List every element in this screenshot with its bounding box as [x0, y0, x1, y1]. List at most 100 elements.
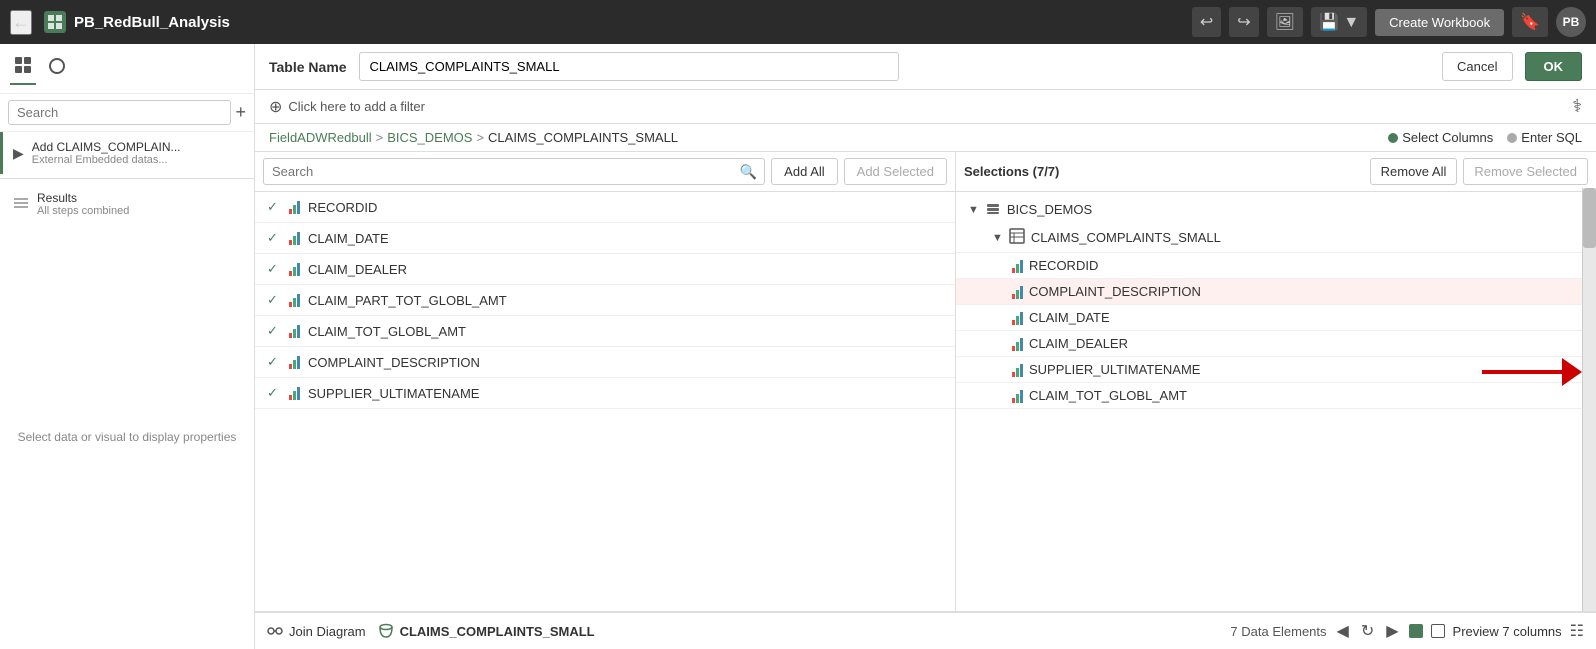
bookmark-button[interactable]: 🔖	[1512, 7, 1548, 37]
cancel-button[interactable]: Cancel	[1442, 52, 1512, 81]
breadcrumb-row: FieldADWRedbull > BICS_DEMOS > CLAIMS_CO…	[255, 124, 1596, 152]
add-selected-button[interactable]: Add Selected	[844, 158, 947, 185]
join-diagram-button[interactable]: Join Diagram	[267, 623, 366, 639]
redo-button[interactable]: ↪	[1229, 7, 1258, 37]
grid-icon[interactable]: ☷	[1570, 621, 1584, 641]
sidebar-item-main: Add CLAIMS_COMPLAIN...	[32, 140, 181, 154]
create-workbook-button[interactable]: Create Workbook	[1375, 9, 1504, 36]
field-check-icon: ✓	[267, 385, 281, 401]
add-all-button[interactable]: Add All	[771, 158, 837, 185]
tree-field-claim-date[interactable]: CLAIM_DATE	[956, 305, 1596, 331]
bottom-right: 7 Data Elements ◀ ↻ ▶ Preview 7 columns …	[1230, 619, 1584, 643]
preview-button[interactable]: 🖼	[1267, 7, 1303, 37]
add-filter-button[interactable]: ⊕ Click here to add a filter	[269, 97, 425, 117]
join-diagram-label: Join Diagram	[289, 624, 366, 639]
table-name-label: Table Name	[269, 59, 347, 75]
sidebar-icon-row	[0, 44, 254, 94]
field-check-icon: ✓	[267, 292, 281, 308]
filter-icon[interactable]: ⚕	[1572, 96, 1582, 117]
main-layout: + ▶ Add CLAIMS_COMPLAIN... External Embe…	[0, 44, 1596, 649]
save-button[interactable]: 💾 ▼	[1311, 7, 1367, 37]
tree-child-claims[interactable]: ▼ CLAIMS_COMPLAINTS_SMALL	[956, 223, 1596, 253]
enter-sql-option[interactable]: Enter SQL	[1507, 130, 1582, 145]
field-name: COMPLAINT_DESCRIPTION	[308, 355, 480, 370]
panels: 🔍 Add All Add Selected ✓ RECORDID ✓	[255, 152, 1596, 611]
tree-field-recordid[interactable]: RECORDID	[956, 253, 1596, 279]
red-arrow-annotation	[1482, 358, 1582, 386]
field-row[interactable]: ✓ CLAIM_DATE	[255, 223, 955, 254]
top-bar: ← PB_RedBull_Analysis ↩ ↪ 🖼 💾 ▼ Create W…	[0, 0, 1596, 44]
tree-field-icon	[1012, 389, 1023, 403]
tree-field-claim-dealer[interactable]: CLAIM_DEALER	[956, 331, 1596, 357]
plus-circle-icon: ⊕	[269, 97, 282, 117]
ok-button[interactable]: OK	[1525, 52, 1583, 81]
sidebar-item-claims[interactable]: ▶ Add CLAIMS_COMPLAIN... External Embedd…	[0, 132, 254, 174]
tree-field-label: CLAIM_TOT_GLOBL_AMT	[1029, 388, 1187, 403]
bottom-left: Join Diagram CLAIMS_COMPLAINTS_SMALL	[267, 623, 595, 639]
sidebar-tab-data[interactable]	[10, 52, 36, 85]
field-name: CLAIM_TOT_GLOBL_AMT	[308, 324, 466, 339]
avatar[interactable]: PB	[1556, 7, 1586, 37]
undo-button[interactable]: ↩	[1192, 7, 1221, 37]
sidebar-placeholder: Select data or visual to display propert…	[0, 225, 254, 649]
field-row[interactable]: ✓ CLAIM_TOT_GLOBL_AMT	[255, 316, 955, 347]
field-row[interactable]: ✓ SUPPLIER_ULTIMATENAME	[255, 378, 955, 409]
field-name: RECORDID	[308, 200, 377, 215]
right-toolbar: Selections (7/7) Remove All Remove Selec…	[956, 152, 1596, 192]
sidebar-tab-shapes[interactable]	[44, 52, 70, 85]
remove-all-button[interactable]: Remove All	[1370, 158, 1458, 185]
remove-selected-button[interactable]: Remove Selected	[1463, 158, 1588, 185]
data-elements-count: 7 Data Elements	[1230, 624, 1326, 639]
outline-square-icon	[1431, 624, 1445, 638]
preview-button[interactable]: Preview 7 columns	[1453, 624, 1562, 639]
scrollbar-thumb[interactable]	[1583, 188, 1596, 248]
select-columns-option[interactable]: Select Columns	[1388, 130, 1493, 145]
field-bar-icon	[289, 355, 300, 369]
field-name: CLAIM_DATE	[308, 231, 389, 246]
sidebar-item-results[interactable]: Results All steps combined	[0, 183, 254, 225]
tree-child-arrow: ▼	[992, 232, 1003, 244]
bottom-bar: Join Diagram CLAIMS_COMPLAINTS_SMALL 7 D…	[255, 611, 1596, 649]
field-search-input[interactable]	[263, 158, 765, 185]
breadcrumb-part1[interactable]: FieldADWRedbull	[269, 130, 372, 145]
top-bar-actions: ↩ ↪ 🖼 💾 ▼ Create Workbook 🔖 PB	[1192, 7, 1586, 37]
filter-label: Click here to add a filter	[288, 99, 425, 114]
refresh-button[interactable]: ↻	[1359, 619, 1376, 643]
next-page-button[interactable]: ▶	[1384, 619, 1400, 643]
sidebar-add-button[interactable]: +	[235, 102, 246, 123]
sidebar-divider	[0, 178, 254, 179]
field-row[interactable]: ✓ CLAIM_PART_TOT_GLOBL_AMT	[255, 285, 955, 316]
tree-field-complaint-desc[interactable]: COMPLAINT_DESCRIPTION	[956, 279, 1596, 305]
field-row[interactable]: ✓ COMPLAINT_DESCRIPTION	[255, 347, 955, 378]
tree-field-claim-tot[interactable]: CLAIM_TOT_GLOBL_AMT	[956, 383, 1596, 409]
field-row[interactable]: ✓ CLAIM_DEALER	[255, 254, 955, 285]
select-columns-dot	[1388, 133, 1398, 143]
sidebar-search-row: +	[0, 94, 254, 132]
field-bar-icon	[289, 262, 300, 276]
app-icon	[44, 11, 66, 33]
field-check-icon: ✓	[267, 261, 281, 277]
table-name-input[interactable]	[359, 52, 900, 81]
scrollbar[interactable]	[1582, 188, 1596, 611]
enter-sql-dot	[1507, 133, 1517, 143]
field-row[interactable]: ✓ RECORDID	[255, 192, 955, 223]
field-name: CLAIM_PART_TOT_GLOBL_AMT	[308, 293, 507, 308]
sidebar-search-input[interactable]	[8, 100, 231, 125]
sidebar-item2-sub: All steps combined	[37, 205, 129, 217]
prev-page-button[interactable]: ◀	[1335, 619, 1351, 643]
table-tab-icon	[378, 623, 394, 639]
sidebar-item2-icon	[13, 195, 29, 214]
breadcrumb-part3: CLAIMS_COMPLAINTS_SMALL	[488, 130, 678, 145]
field-bar-icon	[289, 324, 300, 338]
breadcrumb-sep2: >	[476, 130, 484, 145]
breadcrumb: FieldADWRedbull > BICS_DEMOS > CLAIMS_CO…	[269, 130, 678, 145]
field-check-icon: ✓	[267, 323, 281, 339]
table-tab[interactable]: CLAIMS_COMPLAINTS_SMALL	[378, 623, 595, 639]
tree-field-label: CLAIM_DEALER	[1029, 336, 1128, 351]
preview-label: Preview 7 columns	[1453, 624, 1562, 639]
filter-row: ⊕ Click here to add a filter ⚕	[255, 90, 1596, 124]
tree-field-label: RECORDID	[1029, 258, 1098, 273]
back-button[interactable]: ←	[10, 10, 32, 35]
breadcrumb-part2[interactable]: BICS_DEMOS	[387, 130, 472, 145]
tree-node-bics-demos[interactable]: ▼ BICS_DEMOS	[956, 196, 1596, 223]
